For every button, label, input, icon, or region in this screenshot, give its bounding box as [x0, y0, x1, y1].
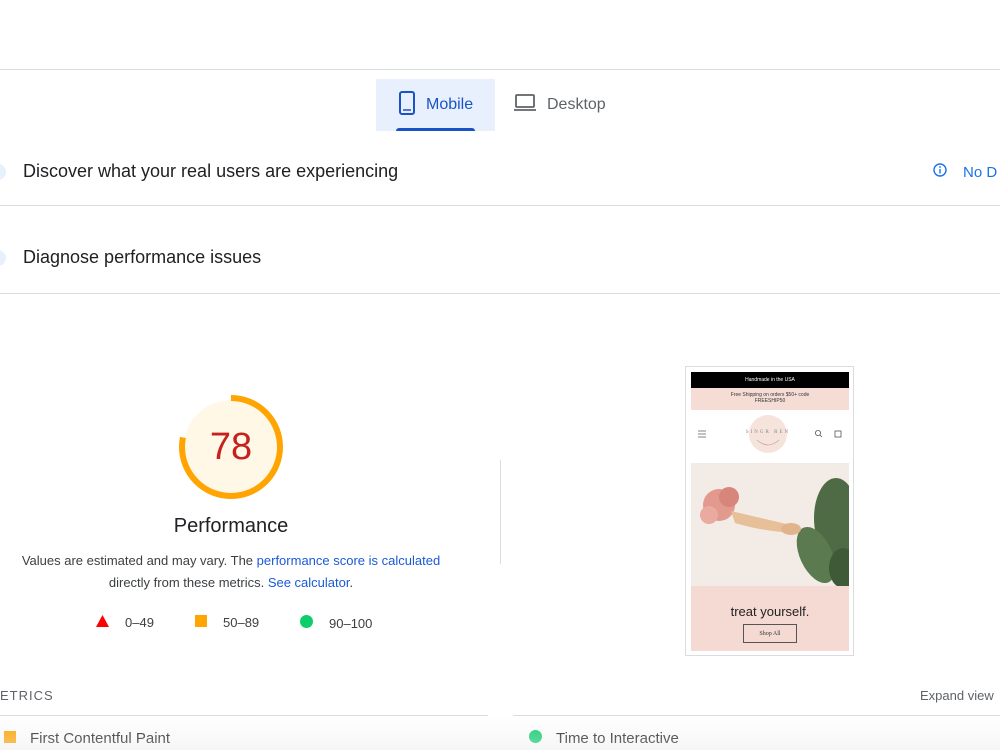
cart-icon: [834, 430, 842, 438]
diagnose-title: Diagnose performance issues: [23, 247, 262, 267]
search-icon: [815, 429, 823, 438]
menu-icon: [698, 430, 706, 438]
preview-tagline: treat yourself.: [730, 604, 810, 619]
performance-score-value: 78: [209, 425, 253, 468]
green-circle-icon: [300, 615, 313, 631]
active-tab-indicator: [396, 128, 475, 131]
section-expand-indicator[interactable]: [0, 250, 6, 266]
preview-shop-all-button: Shop All: [743, 624, 797, 643]
metrics-divider: [0, 715, 488, 716]
laptop-icon: [513, 93, 547, 118]
metrics-heading: ETRICS: [0, 688, 54, 703]
page-screenshot-preview: Handmade in the USA Free Shipping on ord…: [685, 366, 854, 656]
section-expand-indicator[interactable]: [0, 164, 6, 180]
tab-desktop-label: Desktop: [547, 96, 606, 113]
legend-average: 50–89: [195, 615, 259, 630]
vertical-divider: [500, 460, 501, 564]
green-circle-icon: [529, 730, 542, 747]
tab-mobile-label: Mobile: [426, 96, 474, 113]
metric-label: First Contentful Paint: [30, 730, 171, 747]
preview-nav: SINGR REN: [691, 410, 849, 463]
legend-pass: 90–100: [300, 615, 372, 631]
tab-mobile[interactable]: Mobile: [376, 79, 495, 131]
desc-text: .: [349, 575, 354, 590]
see-calculator-link[interactable]: See calculator: [268, 575, 350, 590]
desc-text: Values are estimated and may vary. The: [21, 553, 257, 568]
preview-shipping-code: FREESHIP50: [754, 398, 786, 404]
tab-desktop[interactable]: Desktop: [513, 79, 623, 131]
section-divider: [0, 293, 1000, 294]
legend-fail: 0–49: [96, 615, 154, 630]
no-data-notice[interactable]: No D: [933, 163, 997, 181]
legend-pass-label: 90–100: [329, 615, 373, 631]
preview-shipping-banner: Free Shipping on orders $50+ code FREESH…: [691, 388, 849, 410]
no-data-label: No D: [963, 163, 998, 181]
legend-average-label: 50–89: [223, 615, 260, 630]
preview-logo-text: SINGR REN: [745, 430, 791, 435]
performance-title: Performance: [173, 515, 289, 537]
preview-hero-graphics: [700, 478, 849, 586]
red-triangle-icon: [96, 615, 109, 630]
top-divider: [0, 69, 1000, 70]
legend-fail-label: 0–49: [125, 615, 154, 630]
metric-time-to-interactive: Time to Interactive: [529, 730, 679, 747]
expand-view-toggle[interactable]: Expand view: [920, 688, 994, 703]
section-divider: [0, 205, 1000, 206]
metric-label: Time to Interactive: [556, 730, 679, 747]
real-users-title: Discover what your real users are experi…: [23, 161, 399, 181]
performance-description: Values are estimated and may vary. The p…: [10, 550, 452, 594]
preview-nav-graphics: [698, 415, 842, 453]
phone-icon: [398, 90, 426, 120]
preview-hero-image: [691, 463, 849, 586]
preview-footer: treat yourself. Shop All: [691, 586, 849, 651]
orange-square-icon: [4, 730, 16, 747]
preview-announcement-bar: Handmade in the USA: [691, 372, 849, 388]
metric-first-contentful-paint: First Contentful Paint: [4, 730, 170, 747]
info-icon: [933, 163, 963, 181]
orange-square-icon: [195, 615, 207, 630]
desc-text: directly from these metrics.: [108, 575, 268, 590]
metrics-divider: [513, 715, 1000, 716]
score-calculation-link[interactable]: performance score is calculated: [257, 553, 441, 568]
